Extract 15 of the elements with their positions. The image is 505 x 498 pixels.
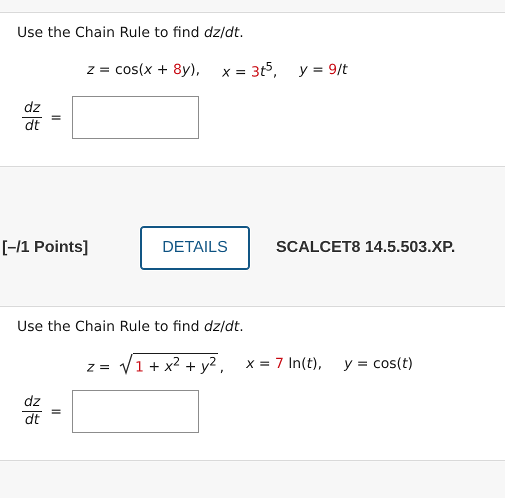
equation: y = 9/t [299,62,348,78]
question-text: Use the Chain Rule to find dz/dt. [17,24,245,43]
equation: x = 7 ln(t), [246,356,322,372]
equation: z = 1 + x$^{2}$ + y$^{2}$ , [87,352,224,376]
points-label: [–/1 Points] [2,238,90,256]
equation: z = cos(x + 8y), [87,62,200,78]
derivative-fraction: dz dt [22,394,42,429]
equation: y = cos(t) [344,356,413,372]
derivative-fraction: dz dt [22,100,42,135]
equals-sign: = [50,404,62,420]
equals-sign: = [50,110,62,126]
details-button[interactable]: DETAILS [140,226,250,270]
equation: x = 3t$^{5}$, [222,60,278,80]
problem-code: SCALCET8 14.5.503.XP. [276,238,456,256]
question-text: Use the Chain Rule to find dz/dt. [17,318,245,337]
